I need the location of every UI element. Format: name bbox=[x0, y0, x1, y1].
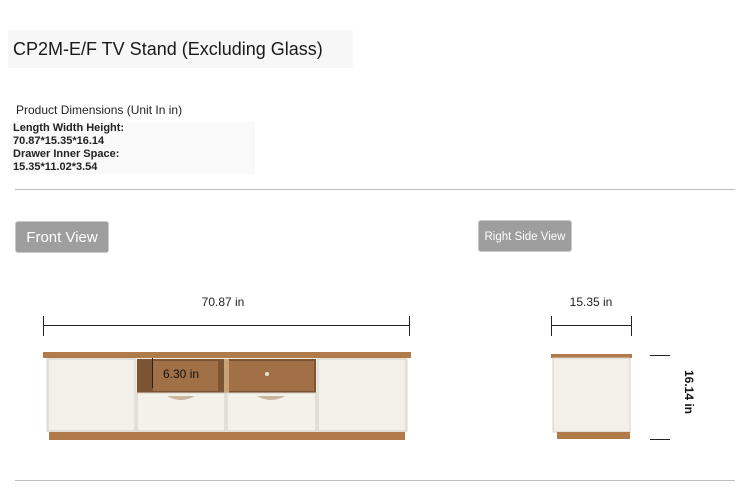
side-view-button[interactable]: Right Side View bbox=[478, 220, 572, 252]
drawer-label: Drawer Inner Space: bbox=[13, 148, 120, 160]
front-width-dimension-line bbox=[43, 316, 410, 336]
page-title: CP2M-E/F TV Stand (Excluding Glass) bbox=[8, 30, 353, 68]
bottom-divider bbox=[15, 480, 735, 481]
dimensions-box: Length Width Height: 70.87*15.35*16.14 D… bbox=[10, 122, 255, 174]
compartment-height-label: 6.30 in bbox=[163, 367, 200, 381]
compartment-height-line bbox=[152, 358, 153, 388]
side-height-label: 16.14 in bbox=[682, 369, 696, 415]
lwh-label: Length Width Height: bbox=[13, 122, 125, 134]
front-width-label: 70.87 in bbox=[201, 295, 245, 309]
side-depth-dimension-line bbox=[551, 316, 632, 336]
top-divider bbox=[15, 189, 735, 190]
front-view-button[interactable]: Front View bbox=[15, 221, 109, 253]
front-view-drawing bbox=[43, 352, 413, 447]
side-view-drawing bbox=[551, 354, 633, 445]
side-depth-label: 15.35 in bbox=[569, 295, 613, 309]
dimensions-heading: Product Dimensions (Unit In in) bbox=[16, 103, 183, 117]
drawer-value: 15.35*11.02*3.54 bbox=[13, 161, 98, 173]
lwh-value: 70.87*15.35*16.14 bbox=[13, 135, 105, 147]
